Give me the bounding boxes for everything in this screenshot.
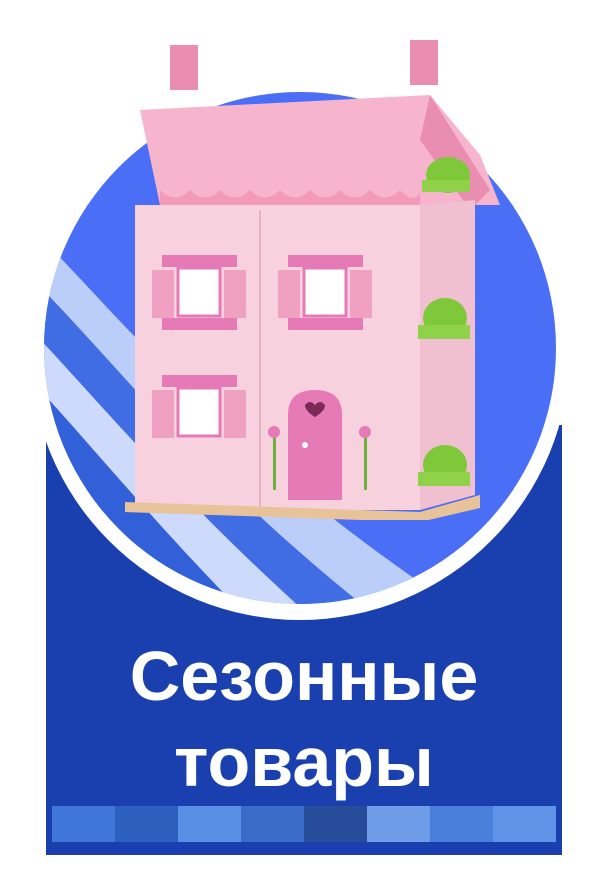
- window-top-left: [152, 255, 246, 330]
- strip-segment: [367, 806, 430, 842]
- strip-segment: [241, 806, 304, 842]
- window-bottom-left: [152, 375, 246, 438]
- window-top-right: [278, 255, 372, 330]
- decorative-bottom-strip: [52, 806, 556, 842]
- strip-segment: [430, 806, 493, 842]
- front-wall: [135, 205, 420, 510]
- banner-title-line1: Сезонные: [129, 637, 479, 715]
- strip-segment: [52, 806, 115, 842]
- strip-segment: [178, 806, 241, 842]
- strip-segment: [115, 806, 178, 842]
- banner-title-line2: товары: [174, 723, 434, 801]
- strip-segment: [493, 806, 556, 842]
- dollhouse-image: [125, 40, 500, 520]
- chimney-right: [410, 40, 438, 85]
- strip-segment: [304, 806, 367, 842]
- chimney-left: [170, 45, 198, 90]
